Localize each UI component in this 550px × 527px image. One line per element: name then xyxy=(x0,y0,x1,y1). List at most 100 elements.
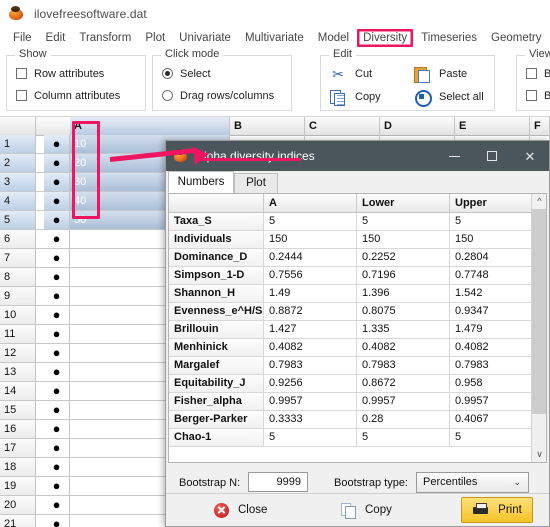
toolbar-button-select-all[interactable]: Select all xyxy=(413,87,484,107)
checkbox-black[interactable]: Bla xyxy=(526,88,550,103)
row-header[interactable]: 2 xyxy=(0,154,36,172)
table-row[interactable]: Fisher_alpha 0.9957 0.9957 0.9957 xyxy=(169,393,546,411)
row-header[interactable]: 20 xyxy=(0,496,36,514)
menu-item-edit[interactable]: Edit xyxy=(39,29,73,47)
dialog-maximize-button[interactable] xyxy=(473,141,511,171)
table-cell-index-name[interactable]: Chao-1 xyxy=(169,429,264,446)
row-marker-dot-icon[interactable]: ● xyxy=(44,268,70,286)
radio-select[interactable]: Select xyxy=(162,66,211,81)
table-cell-index-name[interactable]: Berger-Parker xyxy=(169,411,264,428)
table-row[interactable]: Dominance_D 0.2444 0.2252 0.2804 xyxy=(169,249,546,267)
table-row[interactable]: Brillouin 1.427 1.335 1.479 xyxy=(169,321,546,339)
row-header[interactable]: 15 xyxy=(0,401,36,419)
menu-item-plot[interactable]: Plot xyxy=(138,29,172,47)
row-header[interactable]: 16 xyxy=(0,420,36,438)
tab-plot[interactable]: Plot xyxy=(234,173,278,193)
menu-item-univariate[interactable]: Univariate xyxy=(172,29,238,47)
row-marker-dot-icon[interactable]: ● xyxy=(44,306,70,324)
table-cell-value[interactable]: 0.7983 xyxy=(357,357,450,374)
row-header[interactable]: 3 xyxy=(0,173,36,191)
table-row[interactable]: Margalef 0.7983 0.7983 0.7983 xyxy=(169,357,546,375)
checkbox-box-bar[interactable] xyxy=(526,68,537,79)
menu-item-model[interactable]: Model xyxy=(311,29,356,47)
row-marker-dot-icon[interactable]: ● xyxy=(44,439,70,457)
row-header[interactable]: 10 xyxy=(0,306,36,324)
scroll-down-arrow-icon[interactable]: ∨ xyxy=(532,447,546,462)
checkbox-box-row-attributes[interactable] xyxy=(16,68,27,79)
table-cell-value[interactable]: 5 xyxy=(450,429,532,446)
column-header-c[interactable]: C xyxy=(305,117,380,135)
table-row[interactable]: Shannon_H 1.49 1.396 1.542 xyxy=(169,285,546,303)
table-cell-value[interactable]: 0.9957 xyxy=(357,393,450,410)
column-header-b[interactable]: B xyxy=(230,117,305,135)
table-cell-value[interactable]: 0.4082 xyxy=(357,339,450,356)
table-cell-value[interactable]: 150 xyxy=(264,231,357,248)
table-cell-value[interactable]: 0.28 xyxy=(357,411,450,428)
row-header[interactable]: 13 xyxy=(0,363,36,381)
table-cell-value[interactable]: 0.9256 xyxy=(264,375,357,392)
table-cell-value[interactable]: 0.4082 xyxy=(450,339,532,356)
table-cell-value[interactable]: 0.2804 xyxy=(450,249,532,266)
table-cell-value[interactable]: 5 xyxy=(450,213,532,230)
table-row[interactable]: Evenness_e^H/S 0.8872 0.8075 0.9347 xyxy=(169,303,546,321)
table-cell-value[interactable]: 0.958 xyxy=(450,375,532,392)
row-marker-dot-icon[interactable]: ● xyxy=(44,515,70,527)
row-marker-dot-icon[interactable]: ● xyxy=(44,325,70,343)
row-marker-dot-icon[interactable]: ● xyxy=(44,344,70,362)
column-header-d[interactable]: D xyxy=(380,117,455,135)
copy-button[interactable]: Copy xyxy=(341,498,392,522)
table-row[interactable]: Berger-Parker 0.3333 0.28 0.4067 xyxy=(169,411,546,429)
row-marker-dot-icon[interactable]: ● xyxy=(44,287,70,305)
table-cell-index-name[interactable]: Brillouin xyxy=(169,321,264,338)
table-cell-index-name[interactable]: Simpson_1-D xyxy=(169,267,264,284)
row-header[interactable]: 17 xyxy=(0,439,36,457)
table-cell-value[interactable]: 150 xyxy=(357,231,450,248)
menu-item-timeseries[interactable]: Timeseries xyxy=(414,29,484,47)
row-marker-dot-icon[interactable]: ● xyxy=(44,249,70,267)
row-header[interactable]: 12 xyxy=(0,344,36,362)
scroll-up-arrow-icon[interactable]: ^ xyxy=(532,194,546,209)
table-header-upper[interactable]: Upper xyxy=(450,194,532,212)
table-cell-index-name[interactable]: Margalef xyxy=(169,357,264,374)
table-cell-index-name[interactable]: Evenness_e^H/S xyxy=(169,303,264,320)
table-cell-value[interactable]: 1.396 xyxy=(357,285,450,302)
row-marker-dot-icon[interactable]: ● xyxy=(44,477,70,495)
table-cell-index-name[interactable]: Individuals xyxy=(169,231,264,248)
toolbar-button-paste[interactable]: Paste xyxy=(413,64,467,84)
column-header-e[interactable]: E xyxy=(455,117,530,135)
row-marker-dot-icon[interactable]: ● xyxy=(44,135,70,153)
table-cell-index-name[interactable]: Menhinick xyxy=(169,339,264,356)
table-vertical-scrollbar[interactable]: ^ ∨ xyxy=(531,194,546,462)
menu-item-multivariate[interactable]: Multivariate xyxy=(238,29,311,47)
row-marker-dot-icon[interactable]: ● xyxy=(44,401,70,419)
table-cell-value[interactable]: 1.427 xyxy=(264,321,357,338)
row-header[interactable]: 4 xyxy=(0,192,36,210)
table-cell-value[interactable]: 1.542 xyxy=(450,285,532,302)
checkbox-box-column-attributes[interactable] xyxy=(16,90,27,101)
checkbox-box-black[interactable] xyxy=(526,90,537,101)
row-header[interactable]: 1 xyxy=(0,135,36,153)
column-header-f[interactable]: F xyxy=(530,117,550,135)
row-header[interactable]: 5 xyxy=(0,211,36,229)
checkbox-column-attributes[interactable]: Column attributes xyxy=(16,88,120,103)
table-cell-value[interactable]: 0.4067 xyxy=(450,411,532,428)
menu-item-transform[interactable]: Transform xyxy=(72,29,138,47)
row-header[interactable]: 9 xyxy=(0,287,36,305)
table-header-a[interactable]: A xyxy=(264,194,357,212)
table-cell-index-name[interactable]: Taxa_S xyxy=(169,213,264,230)
row-marker-dot-icon[interactable]: ● xyxy=(44,420,70,438)
table-cell-value[interactable]: 0.7556 xyxy=(264,267,357,284)
dialog-close-button[interactable]: ✕ xyxy=(511,141,549,171)
row-header[interactable]: 11 xyxy=(0,325,36,343)
table-cell-value[interactable]: 1.335 xyxy=(357,321,450,338)
table-cell-value[interactable]: 0.8075 xyxy=(357,303,450,320)
radio-dot-drag-rows-columns[interactable] xyxy=(162,90,173,101)
table-cell-value[interactable]: 0.9957 xyxy=(264,393,357,410)
scrollbar-thumb[interactable] xyxy=(532,209,546,414)
row-marker-dot-icon[interactable]: ● xyxy=(44,363,70,381)
table-cell-value[interactable]: 0.8672 xyxy=(357,375,450,392)
row-marker-dot-icon[interactable]: ● xyxy=(44,382,70,400)
row-header[interactable]: 6 xyxy=(0,230,36,248)
dialog-titlebar[interactable]: Alpha diversity indices ✕ xyxy=(166,141,549,171)
table-cell-value[interactable]: 0.7196 xyxy=(357,267,450,284)
